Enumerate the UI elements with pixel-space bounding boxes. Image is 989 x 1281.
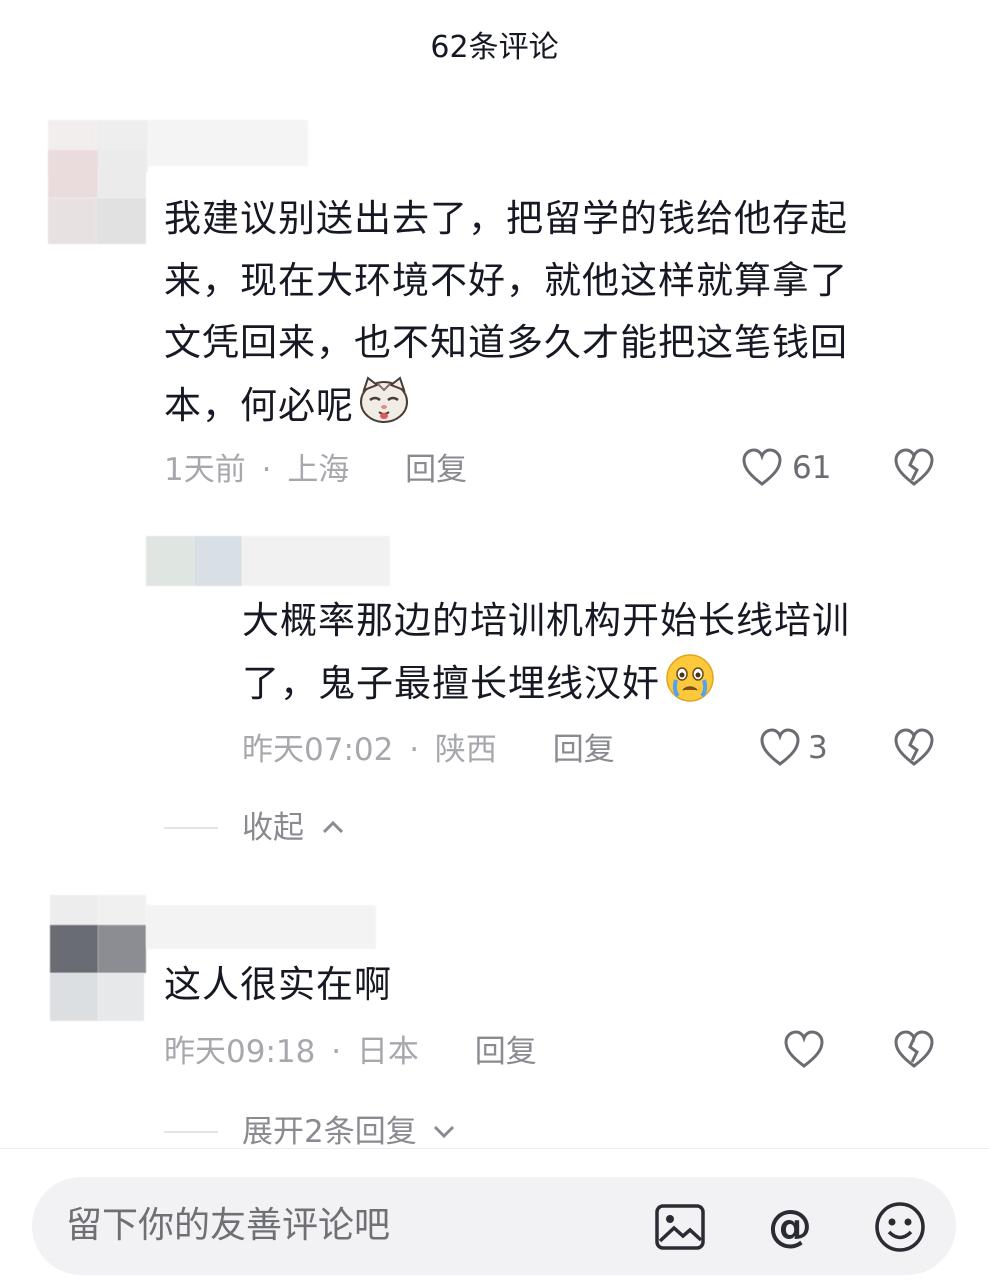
comment-count-title: 62条评论 — [430, 30, 559, 65]
emoji-icon[interactable] — [872, 1199, 928, 1255]
comment-text: 大概率那边的培训机构开始长线培训 了，鬼子最擅长埋线汉奸 — [242, 590, 922, 715]
chevron-up-icon — [322, 820, 343, 834]
dislike-button[interactable] — [892, 446, 936, 490]
image-icon[interactable] — [652, 1199, 708, 1255]
comment-time: 昨天07:02 — [242, 732, 394, 768]
comment-time: 1天前 — [164, 452, 246, 488]
like-button[interactable]: 61 — [740, 446, 831, 490]
like-button[interactable] — [782, 1028, 826, 1072]
comment-meta: 昨天09:18 · 日本 回复 — [164, 1030, 537, 1074]
username[interactable] — [148, 120, 308, 166]
dislike-icon — [894, 1030, 934, 1068]
comment-text: 这人很实在啊 — [164, 954, 844, 1016]
comment-line: 这人很实在啊 — [164, 963, 392, 1006]
dislike-icon — [894, 728, 934, 766]
divider — [164, 827, 218, 829]
comment-text: 我建议别送出去了，把留学的钱给他存起 来，现在大环境不好，就他这样就算拿了 文凭… — [164, 188, 924, 437]
comment-line: 了，鬼子最擅长埋线汉奸 — [242, 652, 922, 715]
comment-line: 文凭回来，也不知道多久才能把这笔钱回 — [164, 321, 848, 364]
comment-line: 大概率那边的培训机构开始长线培训 — [242, 599, 850, 642]
heart-icon — [760, 728, 800, 766]
reply-button[interactable]: 回复 — [405, 452, 467, 488]
username[interactable] — [146, 905, 376, 949]
dislike-button[interactable] — [892, 1028, 936, 1072]
reply-button[interactable]: 回复 — [475, 1034, 537, 1070]
at-icon[interactable]: @ — [762, 1199, 818, 1255]
cat-smirk-emoji — [360, 376, 408, 423]
like-count: 61 — [792, 450, 832, 486]
separator: · — [409, 732, 420, 768]
heart-icon — [784, 1030, 824, 1068]
comment-location: 日本 — [356, 1034, 419, 1070]
collapse-label: 收起 — [242, 810, 304, 846]
comment-line: 来，现在大环境不好，就他这样就算拿了 — [164, 259, 848, 302]
chevron-down-icon — [433, 1125, 454, 1139]
expand-label: 展开2条回复 — [242, 1114, 417, 1150]
comment-line: 本，何必呢 — [164, 374, 924, 437]
heart-icon — [742, 448, 782, 486]
collapse-replies-button[interactable]: 收起 — [242, 806, 348, 850]
comment-input-placeholder: 留下你的友善评论吧 — [66, 1205, 391, 1246]
comment-input[interactable]: 留下你的友善评论吧 @ — [32, 1177, 956, 1275]
dislike-icon — [894, 448, 934, 486]
separator: · — [261, 452, 272, 488]
crying-emoji — [666, 654, 714, 702]
comment-meta: 昨天07:02 · 陕西 回复 — [242, 728, 615, 772]
username[interactable] — [242, 536, 390, 586]
like-button[interactable]: 3 — [758, 726, 828, 770]
comment-location: 上海 — [287, 452, 350, 488]
comment-line: 我建议别送出去了，把留学的钱给他存起 — [164, 197, 848, 240]
comment-input-bar: 留下你的友善评论吧 @ — [0, 1148, 989, 1281]
svg-text:@: @ — [768, 1201, 812, 1252]
comment-time: 昨天09:18 — [164, 1034, 316, 1070]
reply-button[interactable]: 回复 — [553, 732, 615, 768]
separator: · — [331, 1034, 342, 1070]
like-count: 3 — [808, 730, 828, 766]
divider — [164, 1131, 218, 1133]
comment-location: 陕西 — [434, 732, 497, 768]
dislike-button[interactable] — [892, 726, 936, 770]
comment-meta: 1天前 · 上海 回复 — [164, 448, 467, 492]
